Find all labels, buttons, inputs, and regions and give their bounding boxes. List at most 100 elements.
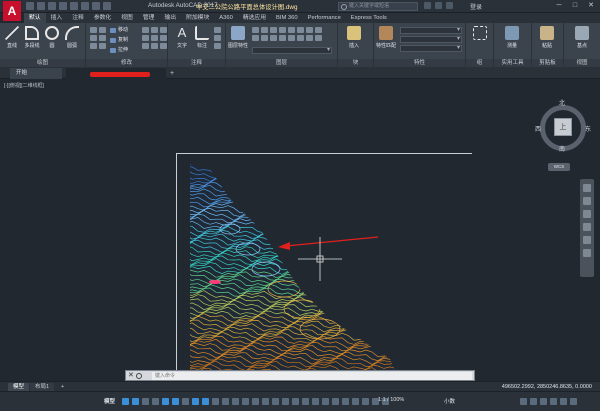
isolate-icon[interactable] <box>550 398 557 405</box>
ribbon-tab[interactable]: 精选应用 <box>238 13 271 23</box>
annotation-group-title[interactable]: 注释 <box>168 59 225 67</box>
ribbon-tab[interactable]: BIM 360 <box>271 13 303 23</box>
layer-delete-icon[interactable] <box>306 35 313 41</box>
layer-lock-icon[interactable] <box>279 27 286 33</box>
ribbon-tab[interactable]: Performance <box>303 13 346 23</box>
workspace-icon[interactable] <box>312 398 319 405</box>
exchange-icon[interactable] <box>424 2 431 9</box>
dimension-tool[interactable]: 标注 <box>192 26 212 49</box>
layer-thaw-icon[interactable] <box>270 35 277 41</box>
clipboard-group-title[interactable]: 剪贴板 <box>532 59 563 67</box>
command-search-icon[interactable] <box>136 373 142 379</box>
plot-icon[interactable] <box>70 2 78 10</box>
array-icon[interactable] <box>99 43 106 49</box>
isodraft-icon[interactable] <box>182 398 189 405</box>
lock-ui-icon[interactable] <box>352 398 359 405</box>
layer-isolate-icon[interactable] <box>261 27 268 33</box>
line-tool[interactable]: 直线 <box>2 26 22 49</box>
layer-copy-icon[interactable] <box>297 35 304 41</box>
layer-merge-icon[interactable] <box>315 27 322 33</box>
start-tab[interactable]: 开始 <box>10 68 62 79</box>
annotation-scale[interactable]: 1:1 / 100% <box>378 397 404 403</box>
chamfer-icon[interactable] <box>142 43 149 49</box>
search-input[interactable]: 键入关键字或短语 <box>338 2 418 11</box>
redo-icon[interactable] <box>92 2 100 10</box>
viewcube-south[interactable]: 南 <box>559 144 565 153</box>
auto-scale-icon[interactable] <box>292 398 299 405</box>
hamburger-menu-icon[interactable] <box>570 398 577 405</box>
layer-current-icon[interactable] <box>288 35 295 41</box>
utilities-group-title[interactable]: 实用工具 <box>494 59 531 67</box>
layer-properties-tool[interactable]: 图层特性 <box>228 26 248 49</box>
paste-tool[interactable]: 粘贴 <box>537 26 557 49</box>
pan-icon[interactable] <box>583 197 591 205</box>
maximize-button[interactable]: □ <box>568 1 582 11</box>
annotation-scale-icon[interactable] <box>302 398 309 405</box>
zoom-icon[interactable] <box>583 210 591 218</box>
viewcube-west[interactable]: 西 <box>535 124 541 133</box>
explode-icon[interactable] <box>151 27 158 33</box>
layer-previous-icon[interactable] <box>297 27 304 33</box>
lineweight-icon[interactable] <box>212 398 219 405</box>
command-input[interactable]: 键入命令 <box>152 372 472 380</box>
trim-icon[interactable] <box>99 27 106 33</box>
join-icon[interactable] <box>160 35 167 41</box>
circle-tool[interactable]: 圆 <box>42 26 62 49</box>
new-icon[interactable] <box>26 2 34 10</box>
fullscreen-icon[interactable] <box>560 398 567 405</box>
measure-tool[interactable]: 测量 <box>502 26 522 49</box>
mirror-icon[interactable] <box>90 35 97 41</box>
transparency-icon[interactable] <box>222 398 229 405</box>
match-properties-tool[interactable]: 特性匹配 <box>376 26 396 49</box>
annotation-visibility-right-icon[interactable] <box>530 398 537 405</box>
star-icon[interactable] <box>435 2 442 9</box>
stretch-tool[interactable]: 拉伸 <box>110 47 128 54</box>
align-icon[interactable] <box>160 43 167 49</box>
infer-icon[interactable] <box>142 398 149 405</box>
snap-icon[interactable] <box>132 398 139 405</box>
color-dropdown[interactable] <box>400 26 462 34</box>
groups-group-title[interactable]: 组 <box>466 59 493 67</box>
layer-walk-icon[interactable] <box>306 27 313 33</box>
drawing-canvas[interactable]: [-][俯视][二维线框] 上 北 南 西 东 WCS <box>0 79 600 381</box>
modify-group-title[interactable]: 修改 <box>86 59 167 67</box>
quick-properties-icon[interactable] <box>342 398 349 405</box>
ribbon-tab[interactable]: Express Tools <box>346 13 392 23</box>
save-as-icon[interactable] <box>59 2 67 10</box>
layer-state-icon[interactable] <box>315 35 322 41</box>
steering-wheel-icon[interactable] <box>583 184 591 192</box>
3d-osnap-icon[interactable] <box>242 398 249 405</box>
layer-unlock-icon[interactable] <box>279 35 286 41</box>
save-icon[interactable] <box>48 2 56 10</box>
share-icon[interactable] <box>103 2 111 10</box>
text-tool[interactable]: A 文字 <box>172 26 192 50</box>
object-snap-tracking-icon[interactable] <box>192 398 199 405</box>
dynamic-ucs-icon[interactable] <box>252 398 259 405</box>
rotate-icon[interactable] <box>90 27 97 33</box>
layer-dropdown[interactable] <box>252 46 332 54</box>
annotation-monitor-icon[interactable] <box>322 398 329 405</box>
minimize-button[interactable]: ─ <box>552 1 566 11</box>
annotation-visibility-icon[interactable] <box>282 398 289 405</box>
ribbon-tab[interactable]: 默认 <box>24 13 46 23</box>
layer-unisolate-icon[interactable] <box>261 35 268 41</box>
app-logo[interactable]: A <box>3 1 21 21</box>
units-icon[interactable] <box>332 398 339 405</box>
ribbon-tab[interactable]: 视图 <box>116 13 138 23</box>
table-icon[interactable] <box>214 35 221 41</box>
copy-tool[interactable]: 复制 <box>110 37 128 44</box>
base-view-tool[interactable]: 基点 <box>572 26 592 49</box>
erase-icon[interactable] <box>142 27 149 33</box>
ribbon-tab[interactable]: A360 <box>214 13 238 23</box>
ribbon-tab[interactable]: 注释 <box>67 13 89 23</box>
lineweight-dropdown[interactable] <box>400 35 462 43</box>
selection-cycling-icon[interactable] <box>232 398 239 405</box>
ribbon-tab[interactable]: 管理 <box>138 13 160 23</box>
viewcube-top-face[interactable]: 上 <box>554 118 572 136</box>
scale-icon[interactable] <box>90 43 97 49</box>
wcs-menu[interactable]: WCS <box>548 163 570 171</box>
quick-view-icon[interactable] <box>520 398 527 405</box>
user-icon[interactable] <box>446 2 453 9</box>
units-display[interactable]: 小数 <box>444 397 455 405</box>
ribbon-tab[interactable]: 插入 <box>46 13 68 23</box>
